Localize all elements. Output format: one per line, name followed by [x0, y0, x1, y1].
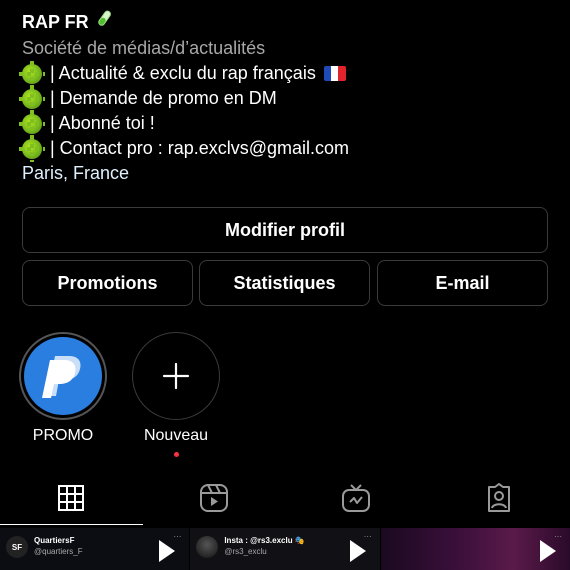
post-thumbnail[interactable]: SF QuartiersF @quartiers_F ⋯: [0, 528, 190, 570]
notification-dot: [173, 452, 179, 457]
microbe-icon: [19, 138, 45, 159]
profile-category: Société de médias/d’actualités: [22, 38, 266, 58]
test-tube-icon: [95, 8, 113, 36]
france-flag-icon: [323, 66, 346, 81]
post-author-name: QuartiersF: [34, 536, 75, 545]
avatar: [196, 536, 219, 558]
bio-line: | Abonné toi !: [19, 111, 552, 136]
profile-name: RAP FR: [22, 12, 89, 32]
email-button[interactable]: E-mail: [377, 260, 548, 306]
grid-icon: [58, 484, 85, 511]
paypal-logo-icon: [24, 337, 102, 415]
post-author-handle: @quartiers_F: [34, 547, 83, 556]
posts-grid: SF QuartiersF @quartiers_F ⋯ Insta : @rs…: [0, 528, 570, 570]
avatar: SF: [6, 536, 28, 558]
bio-line: | Actualité & exclu du rap français: [19, 61, 552, 86]
post-author-name: Insta : @rs3.exclu 🎭: [224, 536, 305, 545]
highlight-label: Nouveau: [143, 427, 209, 444]
tab-tagged[interactable]: [428, 470, 570, 525]
bio-line-text: | Actualité & exclu du rap français: [50, 63, 316, 83]
profile-name-row: RAP FR: [22, 8, 552, 36]
promotions-button[interactable]: Promotions: [22, 260, 193, 306]
highlight-promo[interactable]: PROMO: [15, 332, 111, 446]
highlight-label: PROMO: [32, 427, 94, 444]
bio-line-text: | Demande de promo en DM: [50, 88, 277, 108]
microbe-icon: [19, 113, 45, 134]
profile-bio: RAP FR Société de médias/d’actualités | …: [19, 8, 552, 186]
play-icon: [539, 540, 556, 562]
plus-icon: [162, 362, 190, 390]
igtv-icon: [342, 483, 371, 512]
post-thumbnail[interactable]: ⋯: [380, 528, 570, 570]
bio-line: | Contact pro : rap.exclvs@gmail.com: [19, 136, 552, 161]
post-thumbnail[interactable]: Insta : @rs3.exclu 🎭 @rs3_exclu ⋯: [190, 528, 380, 570]
bio-line: | Demande de promo en DM: [19, 86, 552, 111]
tagged-user-icon: [487, 482, 510, 512]
tab-reels[interactable]: [143, 470, 286, 525]
play-icon: [349, 540, 366, 562]
tab-posts-grid[interactable]: [0, 470, 143, 525]
statistics-button[interactable]: Statistiques: [199, 260, 370, 306]
profile-tabs: [0, 470, 570, 525]
post-author-handle: @rs3_exclu: [224, 547, 267, 556]
profile-location-link[interactable]: Paris, France: [22, 161, 552, 186]
microbe-icon: [19, 88, 45, 109]
bio-line-text: | Abonné toi !: [50, 113, 155, 133]
bio-line-text: | Contact pro : rap.exclvs@gmail.com: [50, 138, 350, 158]
new-highlight-button[interactable]: [132, 332, 220, 420]
edit-profile-button[interactable]: Modifier profil: [22, 207, 548, 253]
highlight-new[interactable]: Nouveau: [128, 332, 224, 457]
reels-icon: [199, 483, 228, 512]
microbe-icon: [19, 63, 45, 84]
highlight-ring: [19, 332, 107, 420]
play-icon: [159, 540, 176, 562]
tab-igtv[interactable]: [285, 470, 428, 525]
